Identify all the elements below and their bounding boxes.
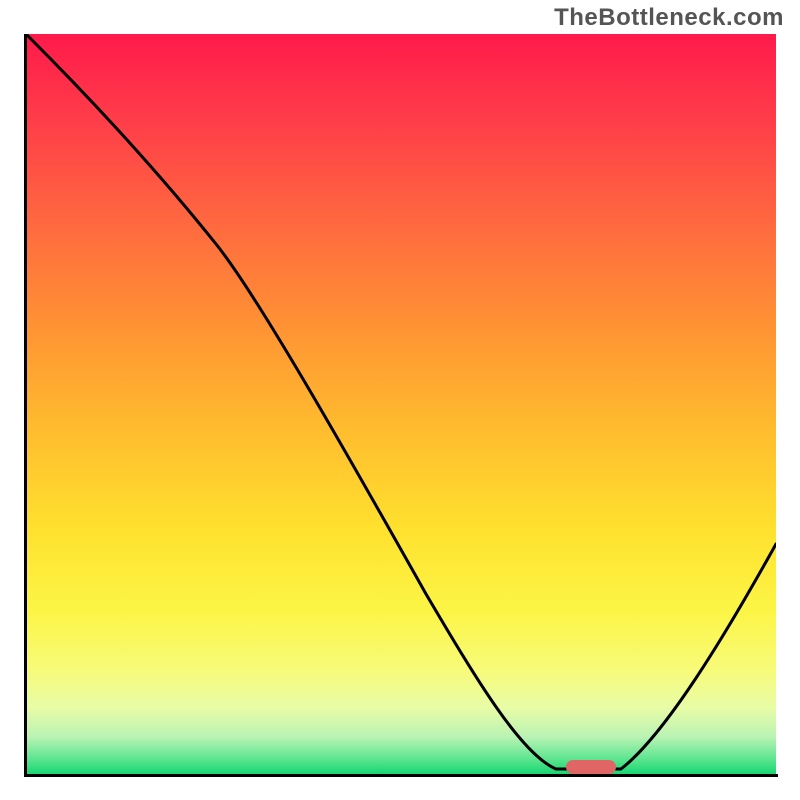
y-axis [24, 34, 27, 776]
x-axis [24, 774, 778, 777]
curve-layer [26, 34, 776, 774]
watermark-text: TheBottleneck.com [554, 4, 784, 32]
optimal-marker [566, 760, 616, 774]
bottleneck-curve [26, 34, 776, 769]
chart-container: TheBottleneck.com [0, 0, 800, 800]
plot-area [26, 34, 776, 774]
